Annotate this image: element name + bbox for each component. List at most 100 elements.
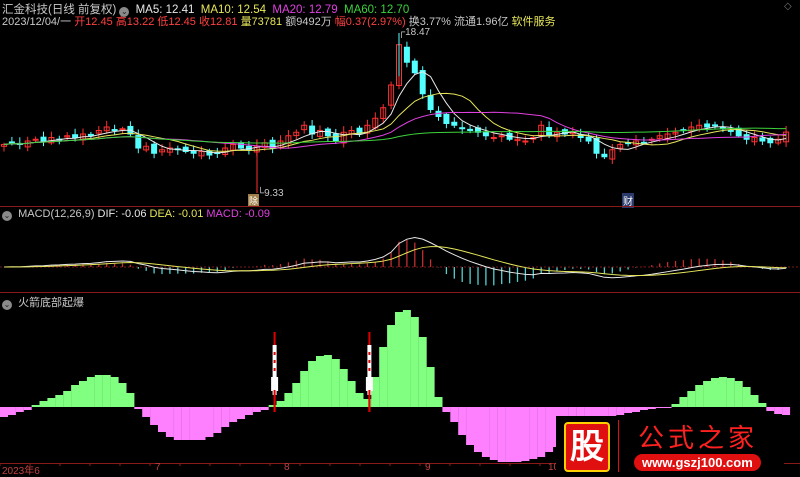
macd-value: MACD: -0.09: [206, 208, 270, 220]
candle-body: [72, 134, 79, 139]
indicator-bar: [189, 407, 198, 440]
indicator-bar: [316, 356, 324, 407]
panel-divider: [0, 292, 800, 293]
indicator-bar: [71, 385, 80, 407]
indicator-bar: [782, 407, 791, 415]
indicator-bar: [687, 391, 696, 407]
indicator-bar: [505, 407, 514, 462]
candle-body: [40, 136, 47, 142]
indicator-bar: [110, 377, 119, 407]
indicator-bar: [260, 407, 269, 410]
candle-body: [119, 128, 126, 131]
candle-body: [727, 129, 734, 132]
indicator-bar: [497, 407, 506, 462]
watermark-url: www.gszj100.com: [634, 454, 761, 471]
candle-body: [238, 142, 244, 149]
indicator-bar: [47, 398, 56, 407]
indicator-bar: [347, 381, 356, 407]
candle-body: [490, 137, 497, 140]
indicator-bar: [703, 381, 712, 407]
indicator-bar: [339, 369, 348, 407]
x-axis-label: 9: [425, 462, 431, 473]
candle-body: [759, 137, 766, 142]
indicator-bar: [55, 395, 64, 407]
ma10-line: [3, 92, 787, 152]
indicator-bar: [742, 387, 751, 407]
candle-body: [459, 127, 466, 130]
indicator-bar: [331, 359, 340, 407]
candle-body: [482, 131, 489, 137]
indicator-title: 火箭底部起爆: [18, 297, 85, 309]
kline-chart[interactable]: [0, 0, 800, 476]
indicator-bar: [221, 407, 230, 427]
indicator-bar: [758, 403, 767, 407]
indicator-bar: [679, 397, 688, 407]
indicator-bar: [537, 407, 546, 457]
panel-divider: [0, 206, 800, 207]
candle-body: [403, 46, 410, 63]
indicator-bar: [323, 355, 332, 407]
indicator-bar: [481, 407, 490, 457]
indicator-bar: [244, 407, 253, 415]
indicator-bar: [474, 407, 482, 452]
candle-body: [467, 128, 474, 132]
candle-body: [111, 129, 118, 132]
watermark-name: 公式之家: [638, 424, 759, 454]
indicator-bar: [252, 407, 261, 412]
indicator-bar: [489, 407, 498, 460]
indicator-bar: [695, 385, 704, 407]
indicator-bar: [173, 407, 182, 440]
indicator-bar: [276, 401, 285, 407]
indicator-bar: [402, 310, 411, 407]
indicator-bar: [205, 407, 214, 437]
x-axis-label: 7: [155, 462, 161, 473]
indicator-bar: [647, 407, 656, 409]
high-price-label: ┌18.47: [398, 27, 431, 38]
indicator-bar: [7, 407, 16, 415]
indicator-bar: [774, 407, 783, 414]
candle-body: [427, 94, 434, 110]
candle-body: [87, 133, 94, 137]
indicator-bar: [521, 407, 530, 461]
chevron-down-icon[interactable]: ⌄: [2, 300, 12, 310]
indicator-bar: [39, 401, 48, 407]
indicator-bar: [718, 377, 727, 407]
indicator-bar: [450, 407, 459, 422]
indicator-bar: [213, 407, 222, 433]
indicator-bar: [639, 407, 648, 410]
indicator-bar: [410, 317, 419, 407]
indicator-bar: [632, 407, 640, 412]
indicator-bar: [237, 407, 245, 419]
indicator-bar: [624, 407, 633, 413]
indicator-bar: [379, 347, 388, 407]
low-price-label: └9.33: [257, 188, 284, 199]
candle-body: [601, 153, 608, 158]
indicator-bar: [513, 407, 522, 462]
indicator-bar: [229, 407, 238, 422]
indicator-bar: [726, 378, 735, 407]
indicator-header: ⌄ 火箭底部起爆: [2, 294, 84, 310]
indicator-bar: [102, 375, 111, 407]
indicator-bar: [126, 393, 135, 407]
indicator-bar: [671, 404, 680, 407]
indicator-bar: [15, 407, 24, 412]
indicator-bar: [158, 407, 166, 432]
indicator-bar: [134, 407, 143, 409]
indicator-bar: [766, 407, 775, 411]
watermark-badge: 股: [564, 422, 610, 472]
indicator-bar: [23, 407, 32, 410]
indicator-bar: [94, 375, 103, 407]
candle-body: [443, 113, 450, 125]
candle-body: [585, 136, 592, 142]
candle-body: [8, 141, 15, 144]
indicator-bar: [63, 391, 72, 407]
x-axis-label: 8: [284, 462, 290, 473]
indicator-bar: [355, 393, 364, 407]
indicator-bar: [466, 407, 475, 445]
indicator-bar: [300, 371, 309, 407]
indicator-bar: [118, 383, 127, 407]
macd-title: MACD(12,26,9): [18, 208, 95, 220]
indicator-bar: [418, 337, 427, 407]
indicator-bar: [711, 378, 719, 407]
chevron-down-icon[interactable]: ⌄: [2, 211, 12, 221]
